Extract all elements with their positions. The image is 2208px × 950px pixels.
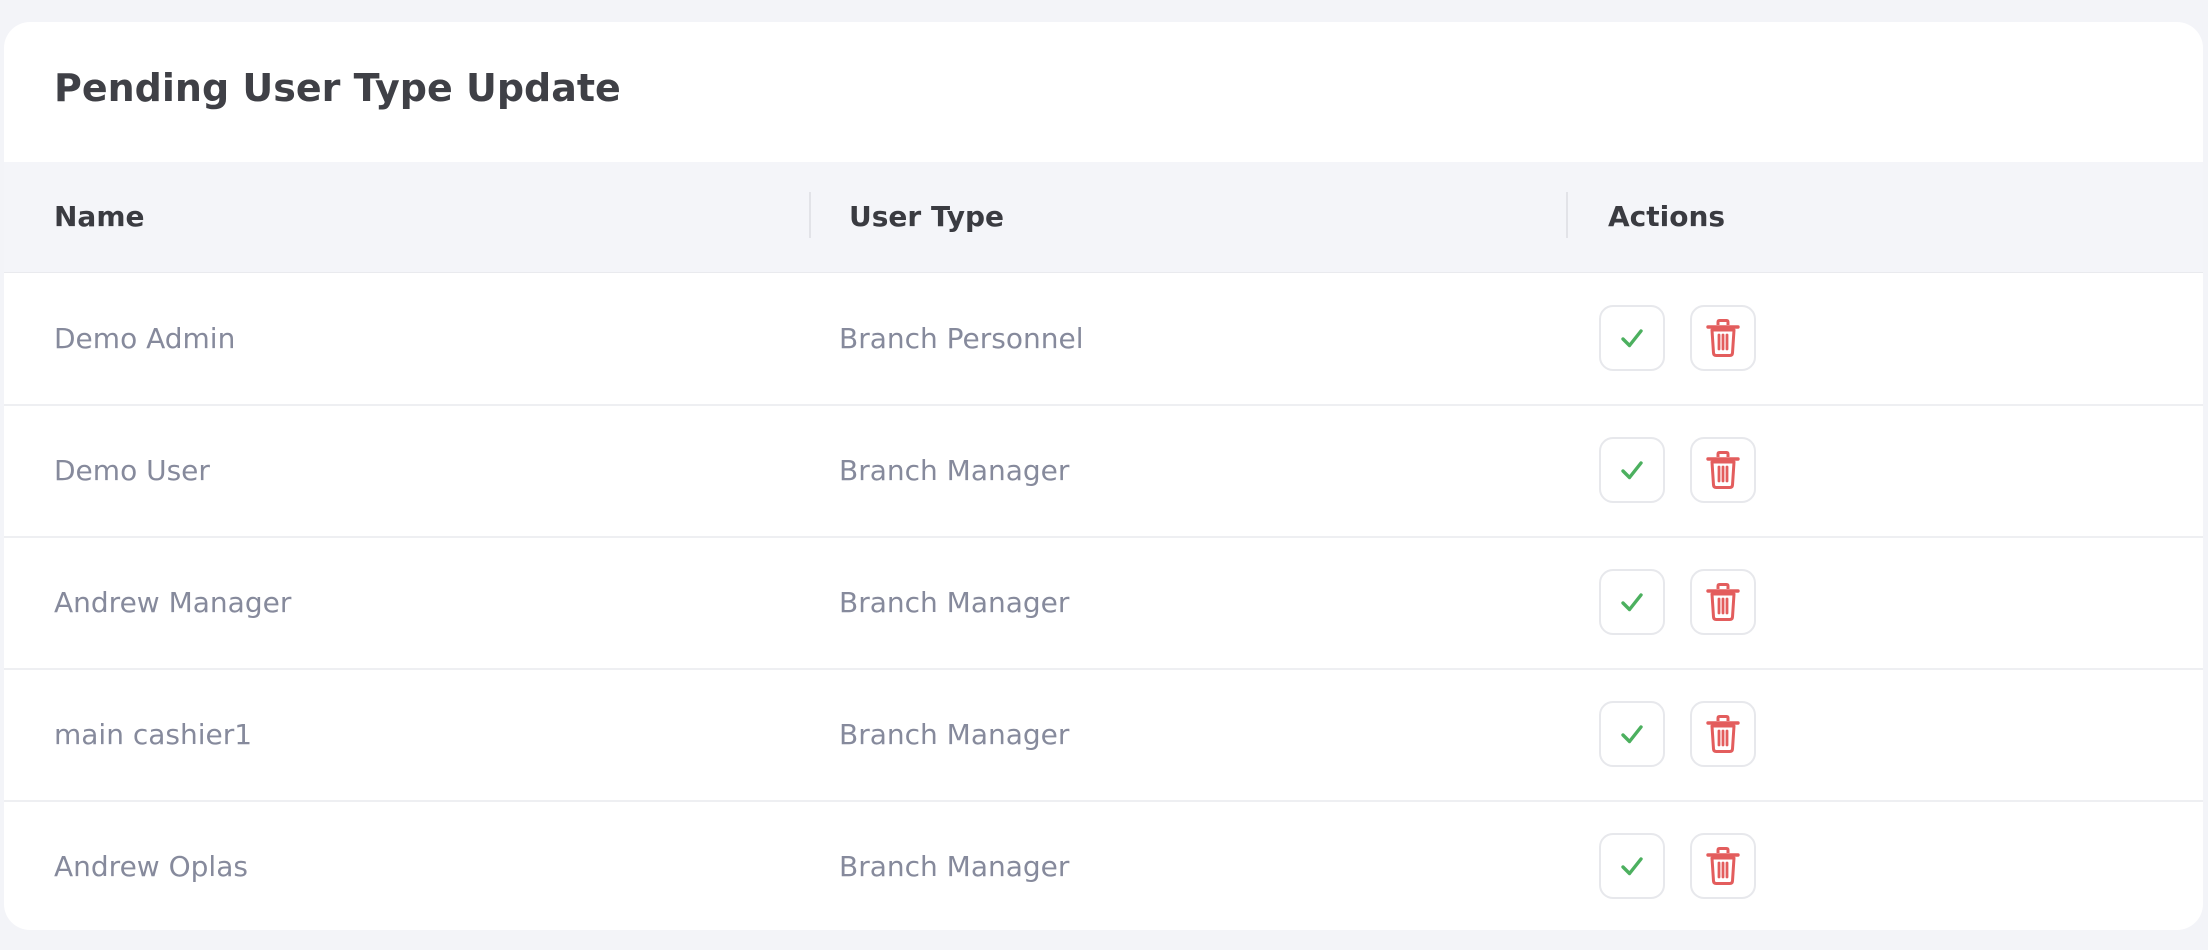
cell-name: main cashier1 bbox=[54, 718, 253, 751]
table-row: main cashier1 Branch Manager bbox=[4, 669, 2203, 802]
approve-button[interactable] bbox=[1599, 305, 1665, 371]
cell-user-type: Branch Manager bbox=[839, 586, 1070, 619]
trash-icon bbox=[1705, 318, 1741, 358]
table-header: Name User Type Actions bbox=[4, 162, 2203, 273]
approve-button[interactable] bbox=[1599, 833, 1665, 899]
trash-icon bbox=[1705, 846, 1741, 886]
approve-button[interactable] bbox=[1599, 437, 1665, 503]
delete-button[interactable] bbox=[1690, 305, 1756, 371]
check-icon bbox=[1619, 457, 1645, 483]
table-row: Demo User Branch Manager bbox=[4, 405, 2203, 538]
column-header-user-type[interactable]: User Type bbox=[849, 162, 1004, 272]
card-title: Pending User Type Update bbox=[54, 66, 621, 110]
table-row: Demo Admin Branch Personnel bbox=[4, 273, 2203, 406]
approve-button[interactable] bbox=[1599, 701, 1665, 767]
delete-button[interactable] bbox=[1690, 701, 1756, 767]
cell-user-type: Branch Manager bbox=[839, 454, 1070, 487]
cell-user-type: Branch Manager bbox=[839, 718, 1070, 751]
cell-user-type: Branch Personnel bbox=[839, 322, 1084, 355]
table-row: Andrew Manager Branch Manager bbox=[4, 537, 2203, 670]
cell-user-type: Branch Manager bbox=[839, 850, 1070, 883]
column-divider bbox=[809, 192, 811, 238]
check-icon bbox=[1619, 721, 1645, 747]
delete-button[interactable] bbox=[1690, 833, 1756, 899]
check-icon bbox=[1619, 325, 1645, 351]
trash-icon bbox=[1705, 450, 1741, 490]
trash-icon bbox=[1705, 582, 1741, 622]
check-icon bbox=[1619, 853, 1645, 879]
trash-icon bbox=[1705, 714, 1741, 754]
delete-button[interactable] bbox=[1690, 569, 1756, 635]
column-header-name[interactable]: Name bbox=[54, 162, 145, 272]
pending-user-type-card: Pending User Type Update Name User Type … bbox=[4, 22, 2203, 930]
approve-button[interactable] bbox=[1599, 569, 1665, 635]
cell-name: Andrew Manager bbox=[54, 586, 292, 619]
cell-name: Demo Admin bbox=[54, 322, 236, 355]
delete-button[interactable] bbox=[1690, 437, 1756, 503]
column-divider bbox=[1566, 192, 1568, 238]
table-row: Andrew Oplas Branch Manager bbox=[4, 801, 2203, 930]
column-header-actions: Actions bbox=[1608, 200, 1726, 233]
check-icon bbox=[1619, 589, 1645, 615]
cell-name: Andrew Oplas bbox=[54, 850, 248, 883]
cell-name: Demo User bbox=[54, 454, 210, 487]
